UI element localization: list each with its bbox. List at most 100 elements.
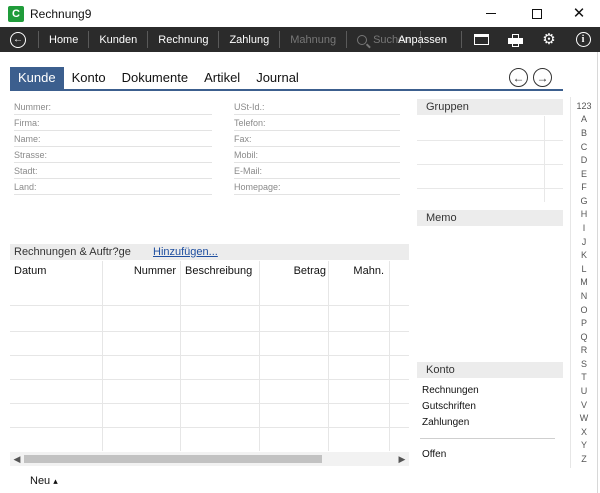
alpha-g[interactable]: G	[571, 196, 597, 206]
card-button[interactable]	[464, 27, 498, 52]
search-icon	[357, 34, 368, 45]
field-name[interactable]: Name:	[14, 133, 212, 147]
alpha-b[interactable]: B	[571, 128, 597, 138]
app-logo-icon: C	[8, 5, 24, 22]
field-email[interactable]: E-Mail:	[234, 165, 400, 179]
invoice-table: Datum Nummer Beschreibung Betrag Mahn.	[10, 261, 409, 451]
alpha-q[interactable]: Q	[571, 332, 597, 342]
groups-list[interactable]	[417, 116, 563, 202]
tab-kunde[interactable]: Kunde	[10, 67, 64, 89]
field-nummer[interactable]: Nummer:	[14, 101, 212, 115]
alpha-r[interactable]: R	[571, 345, 597, 355]
alpha-j[interactable]: J	[571, 237, 597, 247]
alpha-123[interactable]: 123	[571, 101, 597, 111]
table-row	[10, 403, 409, 404]
column-header-betrag[interactable]: Betrag	[262, 261, 326, 305]
horizontal-scrollbar[interactable]: ◀ ▶	[10, 452, 409, 466]
column-divider	[328, 261, 329, 451]
print-button[interactable]	[498, 27, 532, 52]
toolbar-zahlung[interactable]: Zahlung	[221, 34, 277, 46]
alpha-v[interactable]: V	[571, 400, 597, 410]
minimize-icon	[486, 13, 496, 14]
toolbar-home[interactable]: Home	[41, 34, 86, 46]
previous-record-button[interactable]: ←	[509, 68, 528, 87]
field-ust-id[interactable]: USt-Id.:	[234, 101, 400, 115]
settings-button[interactable]: ⚙	[532, 27, 566, 52]
alpha-f[interactable]: F	[571, 182, 597, 192]
field-stadt[interactable]: Stadt:	[14, 165, 212, 179]
tab-artikel[interactable]: Artikel	[196, 67, 248, 89]
alpha-e[interactable]: E	[571, 169, 597, 179]
table-row	[10, 379, 409, 380]
tab-journal[interactable]: Journal	[248, 67, 307, 89]
back-arrow-icon[interactable]: ←	[10, 31, 26, 48]
field-fax[interactable]: Fax:	[234, 133, 400, 147]
konto-divider	[420, 438, 555, 439]
toolbar-kunden[interactable]: Kunden	[91, 34, 145, 46]
alpha-n[interactable]: N	[571, 291, 597, 301]
scroll-right-icon[interactable]: ▶	[395, 452, 409, 466]
minimize-button[interactable]	[468, 0, 514, 27]
info-button[interactable]: i	[566, 27, 600, 52]
add-invoice-link[interactable]: Hinzufügen...	[153, 244, 218, 260]
field-telefon[interactable]: Telefon:	[234, 117, 400, 131]
alpha-s[interactable]: S	[571, 359, 597, 369]
window-right-border	[597, 52, 598, 493]
invoices-title: Rechnungen & Auftr?ge	[14, 246, 131, 258]
scrollbar-thumb[interactable]	[24, 455, 322, 463]
alpha-o[interactable]: O	[571, 305, 597, 315]
alpha-h[interactable]: H	[571, 209, 597, 219]
toolbar-mahnung[interactable]: Mahnung	[282, 34, 344, 46]
arrow-left-icon: ←	[512, 70, 525, 85]
alpha-d[interactable]: D	[571, 155, 597, 165]
field-land[interactable]: Land:	[14, 181, 212, 195]
scroll-left-icon[interactable]: ◀	[10, 452, 24, 466]
main-toolbar: ← Home Kunden Rechnung Zahlung Mahnung S…	[0, 27, 600, 52]
alpha-m[interactable]: M	[571, 277, 597, 287]
new-button[interactable]: Neu ▴	[30, 475, 58, 487]
field-mobil[interactable]: Mobil:	[234, 149, 400, 163]
toolbar-rechnung[interactable]: Rechnung	[150, 34, 216, 46]
tab-underline	[10, 89, 563, 91]
tab-dokumente[interactable]: Dokumente	[114, 67, 196, 89]
alpha-c[interactable]: C	[571, 142, 597, 152]
groups-header: Gruppen	[417, 99, 563, 115]
alpha-u[interactable]: U	[571, 386, 597, 396]
list-item	[417, 140, 563, 141]
tab-konto[interactable]: Konto	[64, 67, 114, 89]
info-icon: i	[575, 32, 591, 47]
alpha-l[interactable]: L	[571, 264, 597, 274]
memo-text-area[interactable]	[417, 226, 563, 360]
alpha-x[interactable]: X	[571, 427, 597, 437]
field-firma[interactable]: Firma:	[14, 117, 212, 131]
column-header-beschreibung[interactable]: Beschreibung	[185, 261, 252, 305]
alpha-k[interactable]: K	[571, 250, 597, 260]
customize-button[interactable]: Anpassen	[390, 34, 459, 46]
next-record-button[interactable]: →	[533, 68, 552, 87]
alpha-t[interactable]: T	[571, 372, 597, 382]
maximize-icon	[532, 8, 542, 19]
table-row	[10, 331, 409, 332]
column-divider	[259, 261, 260, 451]
toolbar-divider	[279, 31, 281, 48]
alpha-p[interactable]: P	[571, 318, 597, 328]
column-divider	[102, 261, 103, 451]
column-header-nummer[interactable]: Nummer	[102, 261, 176, 305]
alpha-w[interactable]: W	[571, 413, 597, 423]
field-homepage[interactable]: Homepage:	[234, 181, 400, 195]
column-header-mahn[interactable]: Mahn.	[330, 261, 384, 305]
alpha-z[interactable]: Z	[571, 454, 597, 464]
alpha-y[interactable]: Y	[571, 440, 597, 450]
alpha-a[interactable]: A	[571, 114, 597, 124]
maximize-button[interactable]	[514, 0, 560, 27]
field-strasse[interactable]: Strasse:	[14, 149, 212, 163]
konto-zahlungen: Zahlungen	[422, 417, 470, 428]
table-row	[10, 355, 409, 356]
column-header-datum[interactable]: Datum	[14, 261, 46, 305]
caret-up-icon: ▴	[53, 476, 58, 486]
column-divider	[180, 261, 181, 451]
alpha-i[interactable]: I	[571, 223, 597, 233]
new-label: Neu	[30, 475, 51, 487]
close-button[interactable]: ✕	[556, 0, 600, 27]
toolbar-divider	[461, 31, 462, 48]
